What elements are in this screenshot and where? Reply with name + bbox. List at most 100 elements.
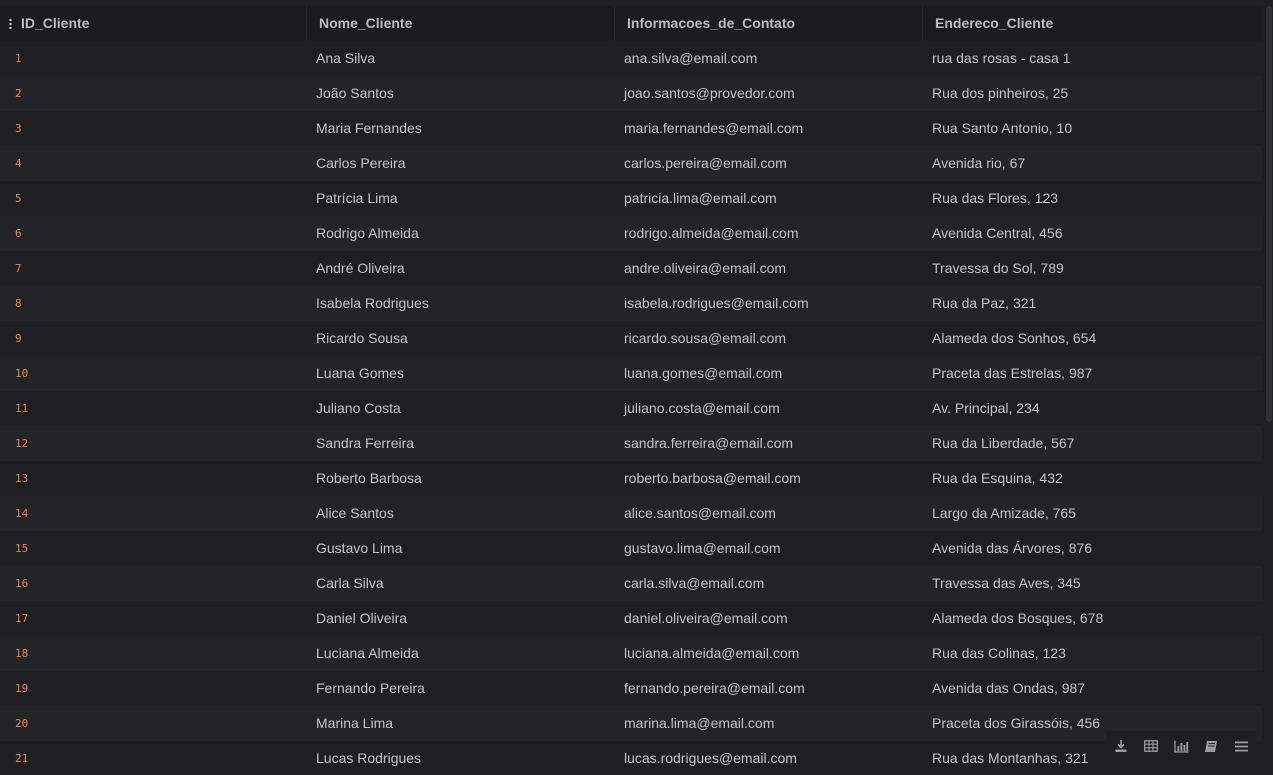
chart-view-button[interactable] [1166,731,1196,761]
cell-id[interactable]: 19 [0,671,307,706]
table-row[interactable]: 21 Lucas Rodrigues lucas.rodrigues@email.c… [0,741,1262,775]
cell-contact[interactable]: carlos.pereira@email.com [615,146,923,181]
table-row[interactable]: 16 Carla Silva carla.silva@email.com Traves… [0,566,1262,601]
table-row[interactable]: 9 Ricardo Sousa ricardo.sousa@email.com Ala… [0,321,1262,356]
cell-address[interactable]: Rua das Colinas, 123 [923,636,1262,671]
cell-address[interactable]: Rua dos pinheiros, 25 [923,76,1262,111]
cell-id[interactable]: 9 [0,321,307,356]
cell-name[interactable]: Carla Silva [307,566,615,601]
cell-address[interactable]: Rua da Paz, 321 [923,286,1262,321]
cell-address[interactable]: Rua das Flores, 123 [923,181,1262,216]
table-row[interactable]: 20 Marina Lima marina.lima@email.com Pracet… [0,706,1262,741]
cell-id[interactable]: 18 [0,636,307,671]
cell-name[interactable]: Maria Fernandes [307,111,615,146]
cell-name[interactable]: Alice Santos [307,496,615,531]
cell-name[interactable]: Marina Lima [307,706,615,741]
cell-name[interactable]: Lucas Rodrigues [307,741,615,775]
cell-address[interactable]: rua das rosas - casa 1 [923,41,1262,76]
table-row[interactable]: 15 Gustavo Lima gustavo.lima@email.com Aven… [0,531,1262,566]
column-header-contact[interactable]: Informacoes_de_Contato [615,6,923,41]
cell-contact[interactable]: maria.fernandes@email.com [615,111,923,146]
cell-address[interactable]: Av. Principal, 234 [923,391,1262,426]
table-row[interactable]: 8 Isabela Rodrigues isabela.rodrigues@emai… [0,286,1262,321]
table-row[interactable]: 5 Patrícia Lima patricia.lima@email.com Rua… [0,181,1262,216]
cell-id[interactable]: 20 [0,706,307,741]
table-row[interactable]: 17 Daniel Oliveira daniel.oliveira@email.c… [0,601,1262,636]
cell-id[interactable]: 4 [0,146,307,181]
cell-address[interactable]: Travessa do Sol, 789 [923,251,1262,286]
cell-id[interactable]: 10 [0,356,307,391]
cell-contact[interactable]: andre.oliveira@email.com [615,251,923,286]
table-row[interactable]: 1 Ana Silva ana.silva@email.com rua das ros… [0,41,1262,76]
column-header-name[interactable]: Nome_Cliente [307,6,615,41]
cell-contact[interactable]: ana.silva@email.com [615,41,923,76]
cell-id[interactable]: 12 [0,426,307,461]
table-row[interactable]: 10 Luana Gomes luana.gomes@email.com Pracet… [0,356,1262,391]
cell-address[interactable]: Avenida das Ondas, 987 [923,671,1262,706]
scrollbar-thumb[interactable] [1266,6,1272,422]
cell-name[interactable]: Gustavo Lima [307,531,615,566]
table-row[interactable]: 19 Fernando Pereira fernando.pereira@email… [0,671,1262,706]
cell-address[interactable]: Avenida Central, 456 [923,216,1262,251]
cell-name[interactable]: Isabela Rodrigues [307,286,615,321]
cell-name[interactable]: João Santos [307,76,615,111]
cell-address[interactable]: Alameda dos Bosques, 678 [923,601,1262,636]
cell-contact[interactable]: carla.silva@email.com [615,566,923,601]
cell-name[interactable]: Ricardo Sousa [307,321,615,356]
cell-id[interactable]: 3 [0,111,307,146]
cell-address[interactable]: Rua Santo Antonio, 10 [923,111,1262,146]
cell-id[interactable]: 15 [0,531,307,566]
download-button[interactable] [1106,731,1136,761]
drag-handle-icon[interactable] [9,18,12,29]
table-row[interactable]: 11 Juliano Costa juliano.costa@email.com Av… [0,391,1262,426]
table-row[interactable]: 12 Sandra Ferreira sandra.ferreira@email.c… [0,426,1262,461]
cell-contact[interactable]: luciana.almeida@email.com [615,636,923,671]
cell-address[interactable]: Alameda dos Sonhos, 654 [923,321,1262,356]
cell-name[interactable]: Patrícia Lima [307,181,615,216]
table-row[interactable]: 14 Alice Santos alice.santos@email.com Larg… [0,496,1262,531]
cell-name[interactable]: Roberto Barbosa [307,461,615,496]
table-row[interactable]: 6 Rodrigo Almeida rodrigo.almeida@email.co… [0,216,1262,251]
cell-contact[interactable]: luana.gomes@email.com [615,356,923,391]
cell-address[interactable]: Praceta das Estrelas, 987 [923,356,1262,391]
cell-contact[interactable]: marina.lima@email.com [615,706,923,741]
cell-name[interactable]: André Oliveira [307,251,615,286]
table-row[interactable]: 7 André Oliveira andre.oliveira@email.com T… [0,251,1262,286]
cell-id[interactable]: 17 [0,601,307,636]
cell-id[interactable]: 6 [0,216,307,251]
table-row[interactable]: 4 Carlos Pereira carlos.pereira@email.com A… [0,146,1262,181]
cell-id[interactable]: 14 [0,496,307,531]
table-row[interactable]: 18 Luciana Almeida luciana.almeida@email.c… [0,636,1262,671]
cell-id[interactable]: 5 [0,181,307,216]
cell-name[interactable]: Luciana Almeida [307,636,615,671]
cell-contact[interactable]: patricia.lima@email.com [615,181,923,216]
table-row[interactable]: 13 Roberto Barbosa roberto.barbosa@email.c… [0,461,1262,496]
cell-address[interactable]: Largo da Amizade, 765 [923,496,1262,531]
cell-contact[interactable]: sandra.ferreira@email.com [615,426,923,461]
cell-name[interactable]: Ana Silva [307,41,615,76]
cell-address[interactable]: Travessa das Aves, 345 [923,566,1262,601]
table-row[interactable]: 3 Maria Fernandes maria.fernandes@email.co… [0,111,1262,146]
cell-id[interactable]: 7 [0,251,307,286]
cell-id[interactable]: 2 [0,76,307,111]
cell-contact[interactable]: gustavo.lima@email.com [615,531,923,566]
cell-id[interactable]: 8 [0,286,307,321]
cell-address[interactable]: Rua da Esquina, 432 [923,461,1262,496]
notebook-button[interactable] [1196,731,1226,761]
cell-address[interactable]: Avenida rio, 67 [923,146,1262,181]
cell-contact[interactable]: alice.santos@email.com [615,496,923,531]
cell-name[interactable]: Fernando Pereira [307,671,615,706]
cell-name[interactable]: Daniel Oliveira [307,601,615,636]
table-view-button[interactable] [1136,731,1166,761]
cell-contact[interactable]: fernando.pereira@email.com [615,671,923,706]
cell-contact[interactable]: isabela.rodrigues@email.com [615,286,923,321]
cell-id[interactable]: 21 [0,741,307,775]
cell-contact[interactable]: rodrigo.almeida@email.com [615,216,923,251]
table-row[interactable]: 2 João Santos joao.santos@provedor.com Rua … [0,76,1262,111]
cell-id[interactable]: 13 [0,461,307,496]
cell-name[interactable]: Carlos Pereira [307,146,615,181]
cell-address[interactable]: Avenida das Árvores, 876 [923,531,1262,566]
cell-contact[interactable]: juliano.costa@email.com [615,391,923,426]
cell-name[interactable]: Sandra Ferreira [307,426,615,461]
cell-contact[interactable]: daniel.oliveira@email.com [615,601,923,636]
